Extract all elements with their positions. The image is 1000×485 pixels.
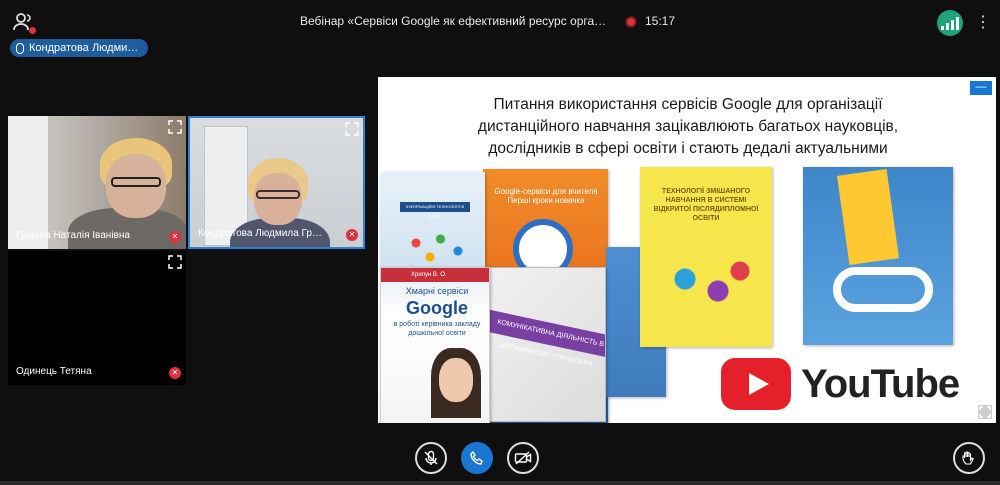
- book-cover-cloud-services: Хрипун В. О. Хмарні сервіси Google в роб…: [380, 267, 490, 423]
- phone-icon: [470, 450, 483, 465]
- shared-screen[interactable]: — Питання використання сервісів Google д…: [378, 77, 996, 423]
- taskbar-strip: [0, 481, 1000, 485]
- book-description: в роботі керівника закладу дошкільної ос…: [393, 321, 481, 337]
- raise-hand-button[interactable]: [953, 442, 985, 474]
- book-cover-scientific: [803, 167, 953, 345]
- book-title: КОМУНІКАТИВНА ДІЯЛЬНІСТЬ В ДЕРЖАВНОМУ УП…: [489, 309, 605, 368]
- leave-call-button[interactable]: [461, 442, 493, 474]
- book-cover-blended-learning: ТЕХНОЛОГІЇ ЗМІШАНОГО НАВЧАННЯ В СИСТЕМІ …: [640, 167, 772, 347]
- network-signal-icon[interactable]: [937, 10, 963, 36]
- cover-photo-face: [439, 358, 473, 402]
- camera-off-icon: [514, 451, 532, 465]
- camera-button[interactable]: [507, 442, 539, 474]
- fullscreen-icon[interactable]: [978, 405, 992, 419]
- book-cover-communication: КОМУНІКАТИВНА ДІЯЛЬНІСТЬ В ДЕРЖАВНОМУ УП…: [488, 267, 606, 422]
- active-speaker-name: Кондратова Людми…: [29, 42, 139, 54]
- slide-heading-line: Питання використання сервісів Google для…: [493, 96, 883, 113]
- active-speaker-chip[interactable]: Кондратова Людми…: [10, 39, 149, 57]
- participants-button[interactable]: [12, 10, 36, 34]
- video-tile-2[interactable]: Кондратова Людмила Гр… ✕: [188, 116, 365, 249]
- slide-heading: Питання використання сервісів Google для…: [408, 94, 968, 160]
- expand-icon[interactable]: [168, 120, 182, 134]
- mute-button[interactable]: [415, 442, 447, 474]
- recording-indicator: [625, 16, 637, 28]
- muted-mic-icon: ✕: [169, 231, 181, 243]
- youtube-logo: YouTube: [721, 354, 971, 414]
- meeting-timer: 15:17: [645, 14, 676, 28]
- muted-mic-icon: ✕: [346, 229, 358, 241]
- slide-heading-line: дослідників в сфері освіти і стають деда…: [488, 140, 888, 157]
- notification-dot: [29, 27, 36, 34]
- meeting-title: Вебінар «Сервіси Google як ефективний ре…: [300, 14, 610, 28]
- cover-illustration: [652, 247, 762, 327]
- minimize-button[interactable]: —: [970, 81, 992, 95]
- call-controls: [0, 440, 1000, 480]
- cover-banner: [836, 168, 900, 266]
- participant-name: Кондратова Людмила Гр…: [198, 228, 322, 239]
- mic-off-icon: [424, 450, 438, 465]
- microphone-icon: [16, 42, 24, 54]
- book-title: ТЕХНОЛОГІЇ ЗМІШАНОГО НАВЧАННЯ В СИСТЕМІ …: [653, 188, 759, 222]
- slide-heading-line: дистанційного навчання зацікавлюють бага…: [477, 118, 899, 135]
- participant-name: Одинець Тетяна: [16, 366, 92, 377]
- expand-icon[interactable]: [345, 122, 359, 136]
- muted-mic-icon: ✕: [169, 367, 181, 379]
- raise-hand-icon: [962, 451, 974, 465]
- youtube-play-icon: [721, 358, 791, 410]
- top-bar: Вебінар «Сервіси Google як ефективний ре…: [0, 0, 1000, 44]
- book-cover-it-education: ІНФОРМАЦІЙНІ ТЕХНОЛОГІЇ В ОСВІТІ: [380, 172, 485, 272]
- youtube-wordmark: YouTube: [801, 361, 960, 406]
- book-logo: Google: [406, 298, 468, 318]
- cloud-icon: [833, 267, 933, 312]
- video-tile-3[interactable]: Одинець Тетяна ✕: [8, 251, 186, 385]
- book-subtitle: Хмарні сервіси: [405, 286, 469, 296]
- video-tile-1[interactable]: Гущина Наталія Іванівна ✕: [8, 116, 186, 249]
- book-title: ІНФОРМАЦІЙНІ ТЕХНОЛОГІЇ В ОСВІТІ: [400, 202, 470, 219]
- book-title: Google-сервіси для вчителя Перші кроки н…: [494, 187, 598, 205]
- book-author: Хрипун В. О.: [381, 268, 489, 282]
- app-icons-illustration: [402, 227, 472, 267]
- participant-name: Гущина Наталія Іванівна: [16, 230, 130, 241]
- expand-icon[interactable]: [168, 255, 182, 269]
- more-options-icon[interactable]: ⋮: [975, 12, 991, 34]
